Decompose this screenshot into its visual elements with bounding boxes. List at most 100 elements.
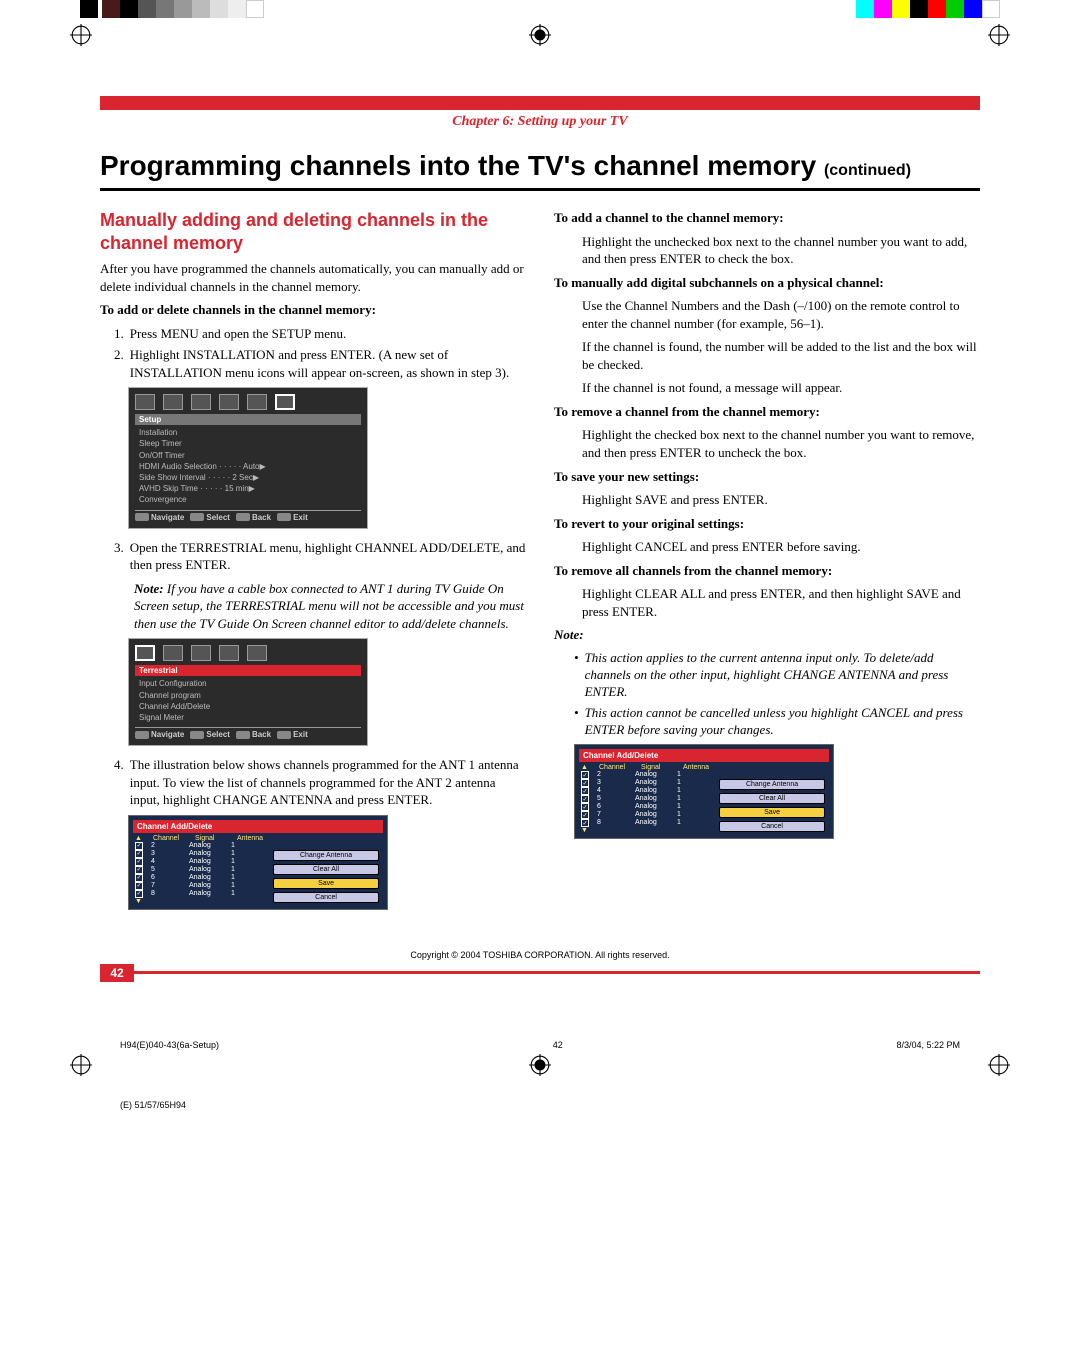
- cell: Analog: [635, 819, 669, 827]
- print-metadata: H94(E)040-43(6a-Setup) 42 8/3/04, 5:22 P…: [0, 1022, 1080, 1054]
- cell: 8: [151, 890, 181, 898]
- col-head: Channel: [599, 764, 633, 771]
- save-button: Save: [273, 878, 379, 889]
- cell: Analog: [189, 850, 223, 858]
- col-head: Signal: [641, 764, 675, 771]
- section-subhead: Manually adding and deleting channels in…: [100, 209, 526, 254]
- cell: Analog: [635, 795, 669, 803]
- note-italic: Note: If you have a cable box connected …: [100, 580, 526, 633]
- clear-all-button: Clear All: [719, 793, 825, 804]
- note-bullet: This action cannot be cancelled unless y…: [585, 705, 980, 739]
- cell: 7: [597, 811, 627, 819]
- step-num: 4.: [114, 756, 124, 809]
- tbl-title: Channel Add/Delete: [579, 749, 829, 762]
- col-head: Antenna: [683, 764, 709, 771]
- cell: 3: [597, 779, 627, 787]
- meta-timestamp: 8/3/04, 5:22 PM: [896, 1040, 960, 1050]
- clear-all-button: Clear All: [273, 864, 379, 875]
- cell: 1: [677, 803, 681, 811]
- calibration-colorbar: [0, 0, 1080, 18]
- step-text: Open the TERRESTRIAL menu, highlight CHA…: [130, 539, 526, 574]
- change-antenna-button: Change Antenna: [273, 850, 379, 861]
- add-sub-text1: Use the Channel Numbers and the Dash (–/…: [554, 297, 980, 332]
- osd-item: Channel program: [135, 690, 361, 701]
- osd-nav: Back: [252, 730, 271, 739]
- edge-code: (E) 51/57/65H94: [0, 1100, 1080, 1110]
- osd-nav: Select: [206, 730, 230, 739]
- cell: Analog: [189, 842, 223, 850]
- channel-add-delete-screenshot: Channel Add/Delete ▲ChannelSignalAntenna…: [128, 815, 388, 910]
- cell: Analog: [189, 874, 223, 882]
- title-rule: [100, 188, 980, 191]
- cell: 4: [151, 858, 181, 866]
- remove-channel-text: Highlight the checked box next to the ch…: [554, 426, 980, 461]
- osd-item: Sleep Timer: [135, 438, 361, 449]
- top-red-bar: [100, 96, 980, 110]
- cell: Analog: [635, 787, 669, 795]
- channel-add-delete-screenshot-right: Channel Add/Delete ▲ChannelSignalAntenna…: [574, 744, 834, 839]
- osd-item: Signal Meter: [135, 712, 361, 723]
- cell: 1: [231, 866, 235, 874]
- add-sub-text3: If the channel is not found, a message w…: [554, 379, 980, 397]
- step-text: Press MENU and open the SETUP menu.: [130, 325, 347, 343]
- step-num: 2.: [114, 346, 124, 381]
- save-heading: To save your new settings:: [554, 468, 980, 486]
- cell: 1: [231, 842, 235, 850]
- howto-heading: To add or delete channels in the channel…: [100, 301, 526, 319]
- cell: 3: [151, 850, 181, 858]
- cancel-button: Cancel: [719, 821, 825, 832]
- cell: Analog: [635, 779, 669, 787]
- tbl-title: Channel Add/Delete: [133, 820, 383, 833]
- chapter-heading: Chapter 6: Setting up your TV: [100, 114, 980, 130]
- cell: 1: [677, 795, 681, 803]
- cell: 6: [151, 874, 181, 882]
- add-sub-text2: If the channel is found, the number will…: [554, 338, 980, 373]
- page-number: 42: [100, 964, 134, 982]
- step-num: 3.: [114, 539, 124, 574]
- cell: 5: [597, 795, 627, 803]
- title-main: Programming channels into the TV's chann…: [100, 150, 824, 181]
- meta-page: 42: [553, 1040, 563, 1050]
- add-sub-heading: To manually add digital subchannels on a…: [554, 274, 980, 292]
- osd-nav: Navigate: [151, 513, 184, 522]
- osd-item: Side Show Interval · · · · · 2 Sec▶: [135, 472, 361, 483]
- remove-all-heading: To remove all channels from the channel …: [554, 562, 980, 580]
- copyright-text: Copyright © 2004 TOSHIBA CORPORATION. Al…: [100, 950, 980, 960]
- note-text: If you have a cable box connected to ANT…: [134, 581, 524, 631]
- cell: 1: [677, 787, 681, 795]
- cell: 1: [231, 882, 235, 890]
- step-text: Highlight INSTALLATION and press ENTER. …: [130, 346, 526, 381]
- intro-paragraph: After you have programmed the channels a…: [100, 260, 526, 295]
- step-text: The illustration below shows channels pr…: [130, 756, 526, 809]
- osd-nav: Navigate: [151, 730, 184, 739]
- registration-marks-bottom: [0, 1054, 1080, 1076]
- osd-item: On/Off Timer: [135, 450, 361, 461]
- cell: 1: [231, 850, 235, 858]
- osd-item: Installation: [135, 427, 361, 438]
- osd-item: Input Configuration: [135, 678, 361, 689]
- osd-nav: Exit: [293, 730, 308, 739]
- osd-nav: Back: [252, 513, 271, 522]
- cell: 1: [677, 819, 681, 827]
- osd-nav: Select: [206, 513, 230, 522]
- revert-text: Highlight CANCEL and press ENTER before …: [554, 538, 980, 556]
- cell: 5: [151, 866, 181, 874]
- note-bullet: This action applies to the current anten…: [585, 650, 980, 701]
- cell: 4: [597, 787, 627, 795]
- cell: 2: [151, 842, 181, 850]
- osd-terrestrial-screenshot: Terrestrial Input Configuration Channel …: [128, 638, 368, 746]
- cell: Analog: [189, 858, 223, 866]
- cell: 1: [677, 811, 681, 819]
- osd-item: AVHD Skip Time · · · · · 15 min▶: [135, 483, 361, 494]
- change-antenna-button: Change Antenna: [719, 779, 825, 790]
- cell: 1: [677, 771, 681, 779]
- save-text: Highlight SAVE and press ENTER.: [554, 491, 980, 509]
- osd-setup-screenshot: Setup Installation Sleep Timer On/Off Ti…: [128, 387, 368, 528]
- meta-file: H94(E)040-43(6a-Setup): [120, 1040, 219, 1050]
- save-button: Save: [719, 807, 825, 818]
- remove-all-text: Highlight CLEAR ALL and press ENTER, and…: [554, 585, 980, 620]
- page-title: Programming channels into the TV's chann…: [100, 150, 980, 182]
- title-continued: (continued): [824, 162, 911, 179]
- footer-bar: 42: [100, 964, 980, 982]
- cell: 7: [151, 882, 181, 890]
